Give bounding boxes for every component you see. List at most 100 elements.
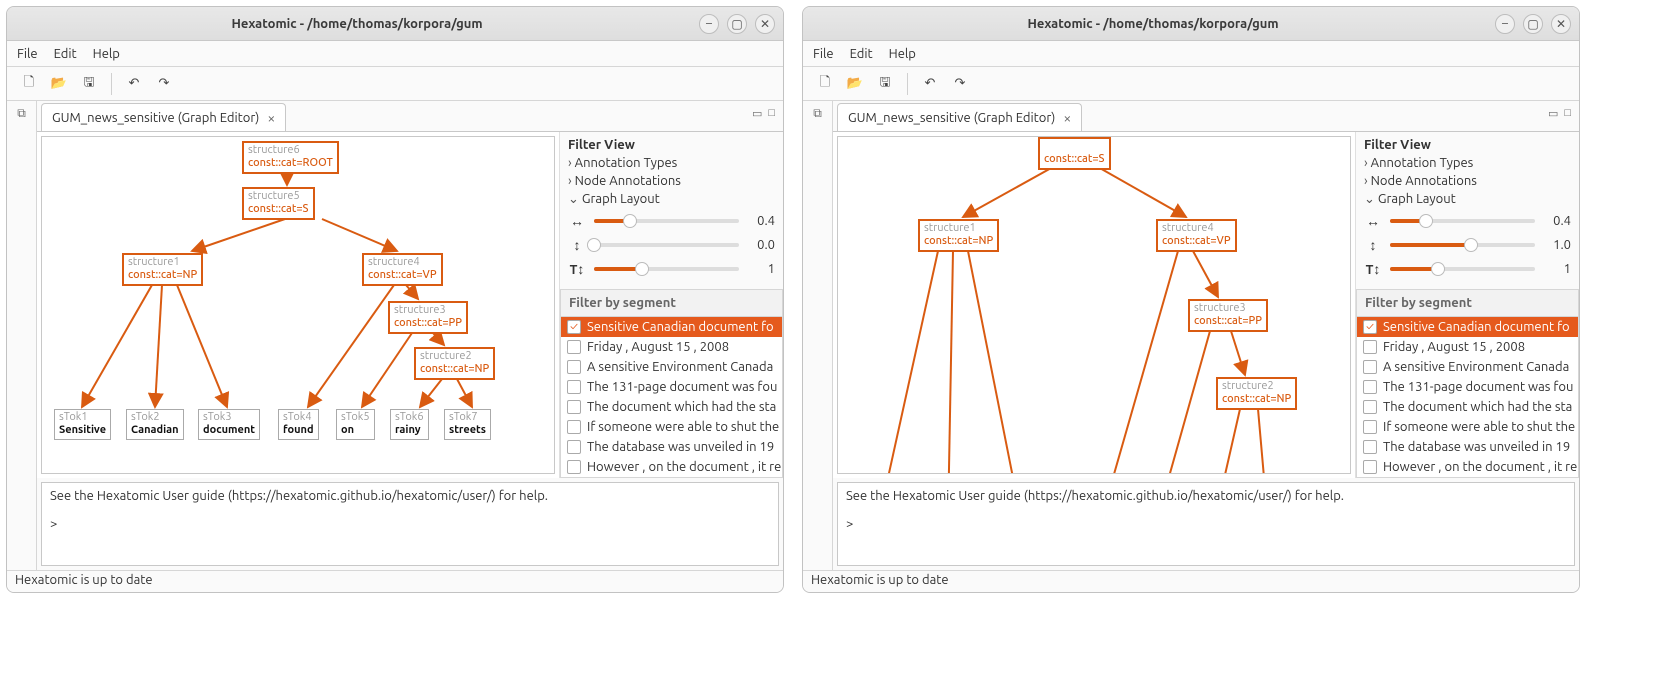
filter-graph-layout[interactable]: Graph Layout: [560, 190, 783, 209]
graph-node[interactable]: structure1 const::cat=NP: [122, 253, 203, 286]
graph-node[interactable]: structure6 const::cat=ROOT: [242, 141, 339, 174]
titlebar[interactable]: Hexatomic - /home/thomas/korpora/gum – ▢…: [7, 7, 783, 41]
segment-item[interactable]: However , on the document , it re: [1357, 457, 1578, 477]
segment-item[interactable]: Friday , August 15 , 2008: [1357, 337, 1578, 357]
close-icon[interactable]: ✕: [1551, 14, 1571, 34]
segment-item[interactable]: The 131-page document was fou: [561, 377, 782, 397]
graph-token[interactable]: sTok6 rainy: [390, 409, 429, 440]
open-icon[interactable]: 📂: [47, 72, 71, 96]
checkbox-icon[interactable]: [1363, 340, 1377, 354]
minimize-view-icon[interactable]: ▭: [1548, 107, 1558, 120]
graph-token[interactable]: sTok7 streets: [444, 409, 491, 440]
maximize-icon[interactable]: ▢: [727, 14, 747, 34]
maximize-view-icon[interactable]: □: [1564, 107, 1571, 120]
segment-item[interactable]: The document which had the sta: [1357, 397, 1578, 417]
titlebar[interactable]: Hexatomic - /home/thomas/korpora/gum – ▢…: [803, 7, 1579, 41]
filter-node-annotations[interactable]: Node Annotations: [560, 172, 783, 190]
filter-graph-layout[interactable]: Graph Layout: [1356, 190, 1579, 209]
graph-token[interactable]: sTok1 Sensitive: [54, 409, 111, 440]
save-icon[interactable]: 🖫: [77, 72, 101, 96]
checkbox-icon[interactable]: [1363, 420, 1377, 434]
segment-item[interactable]: The document which had the sta: [561, 397, 782, 417]
minimize-icon[interactable]: –: [699, 14, 719, 34]
minimize-view-icon[interactable]: ▭: [752, 107, 762, 120]
graph-node[interactable]: structure3 const::cat=PP: [1188, 299, 1268, 332]
graph-node[interactable]: structure5 const::cat=S: [242, 187, 315, 220]
menu-edit[interactable]: Edit: [54, 47, 77, 61]
segment-item[interactable]: The database was unveiled in 19: [561, 437, 782, 457]
maximize-view-icon[interactable]: □: [768, 107, 775, 120]
graph-node[interactable]: structure2 const::cat=NP: [1216, 377, 1297, 410]
slider-horizontal-compaction[interactable]: ↔ 0.4: [1356, 209, 1579, 233]
segment-item[interactable]: Friday , August 15 , 2008: [561, 337, 782, 357]
redo-icon[interactable]: ↷: [152, 72, 176, 96]
menu-file[interactable]: File: [813, 47, 834, 61]
tab-graph-editor[interactable]: GUM_news_sensitive (Graph Editor) ×: [41, 103, 286, 131]
redo-icon[interactable]: ↷: [948, 72, 972, 96]
menu-edit[interactable]: Edit: [850, 47, 873, 61]
minimize-icon[interactable]: –: [1495, 14, 1515, 34]
filter-annotation-types[interactable]: Annotation Types: [1356, 154, 1579, 172]
segment-item[interactable]: However , on the document , it re: [561, 457, 782, 477]
new-icon[interactable]: 🗋: [17, 72, 41, 96]
checkbox-icon[interactable]: [567, 340, 581, 354]
checkbox-icon[interactable]: ✓: [1363, 320, 1377, 334]
filter-node-annotations[interactable]: Node Annotations: [1356, 172, 1579, 190]
graph-token[interactable]: sTok3 document: [198, 409, 260, 440]
checkbox-icon[interactable]: [1363, 400, 1377, 414]
checkbox-icon[interactable]: [567, 380, 581, 394]
undo-icon[interactable]: ↶: [122, 72, 146, 96]
graph-token[interactable]: sTok5 on: [336, 409, 375, 440]
console[interactable]: See the Hexatomic User guide (https://he…: [837, 482, 1575, 566]
checkbox-icon[interactable]: ✓: [567, 320, 581, 334]
checkbox-icon[interactable]: [567, 400, 581, 414]
checkbox-icon[interactable]: [567, 420, 581, 434]
graph-node[interactable]: structure4 const::cat=VP: [362, 253, 443, 286]
new-icon[interactable]: 🗋: [813, 72, 837, 96]
slider-text-size[interactable]: T↕ 1: [560, 257, 783, 281]
segment-item[interactable]: The database was unveiled in 19: [1357, 437, 1578, 457]
graph-node[interactable]: structure2 const::cat=NP: [414, 347, 495, 380]
menu-help[interactable]: Help: [889, 47, 916, 61]
graph-token[interactable]: sTok4 found: [278, 409, 319, 440]
maximize-icon[interactable]: ▢: [1523, 14, 1543, 34]
menu-help[interactable]: Help: [93, 47, 120, 61]
graph-panel-compact[interactable]: structure6 const::cat=ROOT structure5 co…: [41, 136, 555, 474]
checkbox-icon[interactable]: [567, 360, 581, 374]
graph-node[interactable]: structure1 const::cat=NP: [918, 219, 999, 252]
slider-horizontal-compaction[interactable]: ↔ 0.4: [560, 209, 783, 233]
graph-panel-expanded[interactable]: structure5 const::cat=S structure1 const…: [837, 136, 1351, 474]
segment-item[interactable]: The 131-page document was fou: [1357, 377, 1578, 397]
checkbox-icon[interactable]: [567, 440, 581, 454]
segment-item[interactable]: ✓Sensitive Canadian document fo: [561, 317, 782, 337]
checkbox-icon[interactable]: [1363, 440, 1377, 454]
segment-item[interactable]: If someone were able to shut the: [1357, 417, 1578, 437]
open-icon[interactable]: 📂: [843, 72, 867, 96]
slider-vertical-compaction[interactable]: ↕ 0.0: [560, 233, 783, 257]
undo-icon[interactable]: ↶: [918, 72, 942, 96]
graph-node[interactable]: structure4 const::cat=VP: [1156, 219, 1237, 252]
console[interactable]: See the Hexatomic User guide (https://he…: [41, 482, 779, 566]
graph-token[interactable]: sTok2 Canadian: [126, 409, 184, 440]
tab-close-icon[interactable]: ×: [1063, 110, 1071, 126]
save-icon[interactable]: 🖫: [873, 72, 897, 96]
graph-node[interactable]: structure3 const::cat=PP: [388, 301, 468, 334]
checkbox-icon[interactable]: [1363, 460, 1377, 474]
checkbox-icon[interactable]: [567, 460, 581, 474]
slider-vertical-compaction[interactable]: ↕ 1.0: [1356, 233, 1579, 257]
segment-item[interactable]: A sensitive Environment Canada: [1357, 357, 1578, 377]
checkbox-icon[interactable]: [1363, 380, 1377, 394]
segment-item[interactable]: If someone were able to shut the: [561, 417, 782, 437]
graph-node[interactable]: structure5 const::cat=S: [1038, 137, 1111, 170]
checkbox-icon[interactable]: [1363, 360, 1377, 374]
restore-view-icon[interactable]: ⧉: [17, 107, 26, 121]
menu-file[interactable]: File: [17, 47, 38, 61]
tab-close-icon[interactable]: ×: [267, 110, 275, 126]
filter-annotation-types[interactable]: Annotation Types: [560, 154, 783, 172]
segment-item[interactable]: ✓Sensitive Canadian document fo: [1357, 317, 1578, 337]
tab-graph-editor[interactable]: GUM_news_sensitive (Graph Editor) ×: [837, 103, 1082, 131]
segment-item[interactable]: A sensitive Environment Canada: [561, 357, 782, 377]
slider-text-size[interactable]: T↕ 1: [1356, 257, 1579, 281]
close-icon[interactable]: ✕: [755, 14, 775, 34]
restore-view-icon[interactable]: ⧉: [813, 107, 822, 121]
